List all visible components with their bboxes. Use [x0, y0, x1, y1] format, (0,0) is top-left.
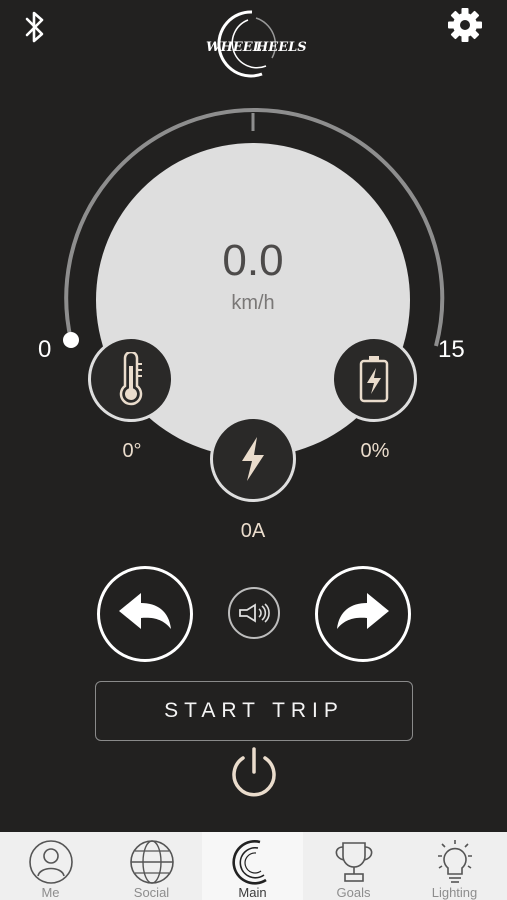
- speed-indicator-dot: [63, 332, 79, 348]
- tab-label: Main: [238, 885, 267, 900]
- thermometer-icon: [119, 352, 143, 406]
- turn-right-arrow-icon: [337, 593, 389, 629]
- trophy-icon: [335, 842, 373, 882]
- scale-max-label: 15: [438, 336, 465, 363]
- lightbulb-icon: [438, 840, 472, 883]
- top-bar: WHEEL HEELS: [0, 0, 507, 80]
- scale-min-label: 0: [38, 336, 52, 363]
- tab-goals[interactable]: Goals: [303, 832, 404, 900]
- person-icon: [29, 840, 73, 884]
- battery-charging-icon: [359, 356, 389, 403]
- tab-label: Goals: [336, 885, 371, 900]
- temperature-button[interactable]: [88, 336, 174, 422]
- bottom-tab-bar: Me Social Main Goals Lighting: [0, 832, 507, 900]
- main-swirl-icon: [232, 840, 267, 885]
- logo-text-wheel: WHEEL: [206, 40, 262, 55]
- turn-left-arrow-icon: [119, 593, 171, 629]
- start-trip-button[interactable]: START TRIP: [95, 681, 413, 741]
- lightning-bolt-icon: [242, 437, 264, 481]
- tab-label: Social: [133, 885, 170, 900]
- turn-left-button[interactable]: [97, 566, 193, 662]
- globe-icon: [130, 840, 174, 884]
- battery-value: 0%: [360, 440, 390, 462]
- power-icon[interactable]: [228, 746, 280, 800]
- turn-right-button[interactable]: [315, 566, 411, 662]
- logo-text-heels: HEELS: [255, 40, 307, 55]
- tab-label: Lighting: [431, 885, 478, 900]
- current-value: 0A: [240, 520, 266, 542]
- tab-lighting[interactable]: Lighting: [404, 832, 505, 900]
- wheelheels-logo: WHEEL HEELS: [206, 10, 307, 78]
- horn-icon: [239, 603, 270, 623]
- tab-label: Me: [41, 885, 60, 900]
- speed-unit: km/h: [231, 292, 275, 314]
- current-button[interactable]: [210, 416, 296, 502]
- tab-social[interactable]: Social: [101, 832, 202, 900]
- tab-me[interactable]: Me: [0, 832, 101, 900]
- horn-button[interactable]: [228, 587, 280, 639]
- battery-button[interactable]: [331, 336, 417, 422]
- bluetooth-icon[interactable]: [20, 10, 50, 44]
- speed-value: 0.0: [222, 236, 284, 285]
- temperature-value: 0°: [122, 440, 142, 462]
- tab-main[interactable]: Main: [202, 832, 303, 900]
- gear-icon[interactable]: [446, 6, 484, 44]
